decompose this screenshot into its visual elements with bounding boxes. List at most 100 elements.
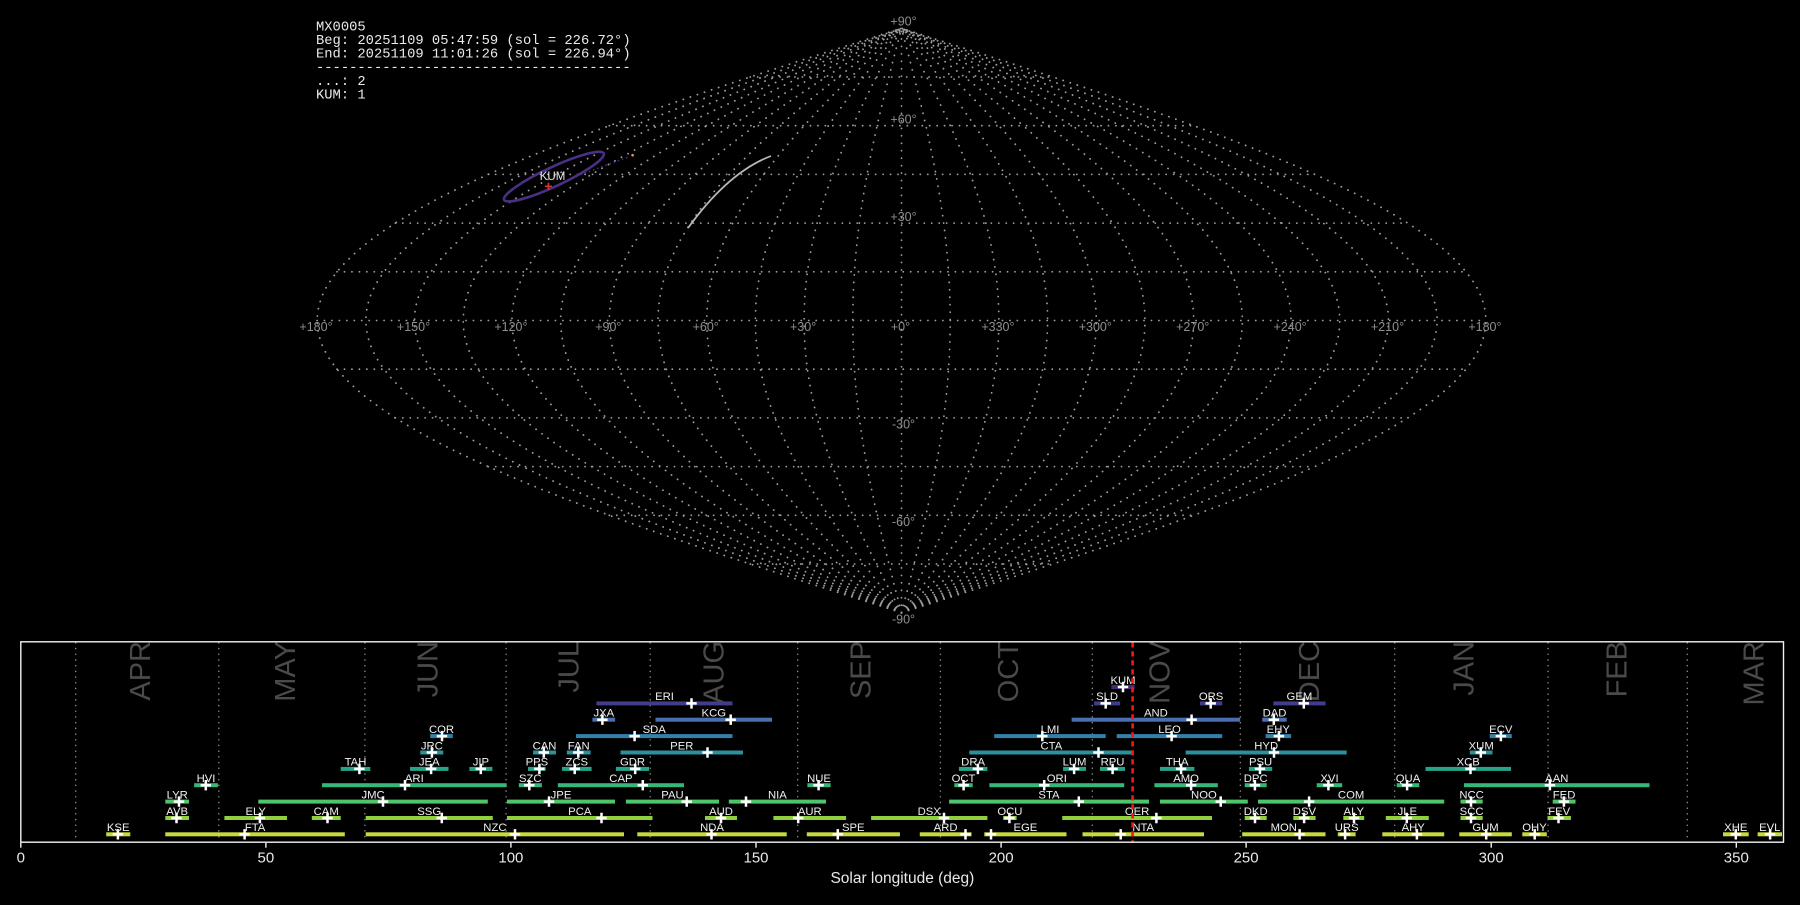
svg-text:URS: URS <box>1335 822 1359 834</box>
svg-text:NOV: NOV <box>1145 640 1177 704</box>
svg-text:EGE: EGE <box>1013 822 1037 834</box>
svg-text:+210°: +210° <box>1371 320 1404 334</box>
svg-text:JEA: JEA <box>419 757 440 769</box>
svg-text:ERI: ERI <box>655 691 674 703</box>
svg-text:KUM: 1: KUM: 1 <box>316 88 366 103</box>
svg-text:CAN: CAN <box>533 740 557 752</box>
svg-text:JIP: JIP <box>473 757 489 769</box>
svg-text:JPE: JPE <box>551 789 572 801</box>
svg-text:AND: AND <box>1144 708 1168 720</box>
svg-text:+300°: +300° <box>1079 320 1112 334</box>
svg-text:+330°: +330° <box>981 320 1014 334</box>
svg-text:STA: STA <box>1038 789 1060 801</box>
svg-text:KUM: KUM <box>540 171 566 183</box>
svg-text:+30°: +30° <box>790 320 816 334</box>
svg-text:-60°: -60° <box>892 515 915 529</box>
svg-text:DAD: DAD <box>1263 708 1287 720</box>
svg-text:200: 200 <box>989 850 1014 867</box>
svg-text:AUR: AUR <box>798 806 822 818</box>
svg-text:JAN: JAN <box>1449 641 1481 696</box>
svg-text:DSX: DSX <box>918 806 942 818</box>
svg-text:DRA: DRA <box>961 757 985 769</box>
svg-text:AUD: AUD <box>709 806 733 818</box>
svg-text:100: 100 <box>498 850 523 867</box>
svg-text:DPC: DPC <box>1244 773 1268 785</box>
svg-text:NUE: NUE <box>807 773 831 785</box>
svg-text:+0°: +0° <box>891 320 910 334</box>
svg-text:AUG: AUG <box>699 641 731 704</box>
svg-text:COM: COM <box>1338 789 1364 801</box>
svg-text:ORI: ORI <box>1047 773 1067 785</box>
svg-text:+180°: +180° <box>1468 320 1501 334</box>
svg-text:FED: FED <box>1553 789 1576 801</box>
svg-text:ZCS: ZCS <box>565 757 588 769</box>
svg-text:ARD: ARD <box>934 822 958 834</box>
svg-text:OCU: OCU <box>997 806 1022 818</box>
svg-text:Solar longitude (deg): Solar longitude (deg) <box>830 870 974 887</box>
svg-text:JMC: JMC <box>361 789 384 801</box>
svg-text:+240°: +240° <box>1274 320 1307 334</box>
svg-text:LYR: LYR <box>167 789 188 801</box>
svg-text:+30°: +30° <box>890 210 916 224</box>
svg-text:-30°: -30° <box>892 417 915 431</box>
svg-text:SZC: SZC <box>519 773 542 785</box>
svg-text:DKD: DKD <box>1244 806 1268 818</box>
svg-text:CAM: CAM <box>314 806 339 818</box>
svg-text:FTA: FTA <box>245 822 266 834</box>
svg-text:FAN: FAN <box>568 740 590 752</box>
svg-text:RPU: RPU <box>1101 757 1125 769</box>
svg-text:AVB: AVB <box>166 806 188 818</box>
svg-text:NIA: NIA <box>768 789 787 801</box>
svg-text:350: 350 <box>1724 850 1749 867</box>
svg-text:JRC: JRC <box>421 740 443 752</box>
svg-text:End: 20251109 11:01:26 (sol =: End: 20251109 11:01:26 (sol = 226.94°) <box>316 47 631 63</box>
svg-text:+60°: +60° <box>693 320 719 334</box>
svg-text:DSV: DSV <box>1293 806 1317 818</box>
svg-text:KCG: KCG <box>702 708 726 720</box>
svg-text:+90°: +90° <box>890 15 916 29</box>
svg-text:SSG: SSG <box>417 806 441 818</box>
svg-text:Beg: 20251109 05:47:59 (sol =: Beg: 20251109 05:47:59 (sol = 226.72°) <box>316 33 631 49</box>
svg-text:JLE: JLE <box>1398 806 1418 818</box>
svg-text:+270°: +270° <box>1176 320 1209 334</box>
svg-text:XUM: XUM <box>1469 740 1494 752</box>
svg-text:XCB: XCB <box>1457 757 1480 769</box>
svg-text:PCA: PCA <box>568 806 592 818</box>
svg-text:PER: PER <box>670 740 693 752</box>
svg-text:QUA: QUA <box>1396 773 1421 785</box>
svg-text:NTA: NTA <box>1132 822 1154 834</box>
svg-text:150: 150 <box>743 850 768 867</box>
svg-text:FEB: FEB <box>1602 641 1634 697</box>
svg-text:JUL: JUL <box>554 641 586 693</box>
svg-text:-90°: -90° <box>892 612 915 626</box>
svg-text:MON: MON <box>1271 822 1297 834</box>
svg-text:HVI: HVI <box>197 773 216 785</box>
svg-text:NDA: NDA <box>700 822 724 834</box>
svg-text:XVI: XVI <box>1320 773 1338 785</box>
svg-text:ELY: ELY <box>245 806 266 818</box>
svg-text:SPE: SPE <box>842 822 865 834</box>
svg-text:SCC: SCC <box>1460 806 1484 818</box>
svg-text:CTA: CTA <box>1041 740 1063 752</box>
svg-text:NZC: NZC <box>483 822 506 834</box>
svg-text:PPS: PPS <box>526 757 549 769</box>
svg-text:KSE: KSE <box>107 822 130 834</box>
svg-text:LUM: LUM <box>1063 757 1087 769</box>
svg-text:HYD: HYD <box>1254 740 1278 752</box>
svg-text:GDR: GDR <box>620 757 645 769</box>
svg-text:LMI: LMI <box>1041 724 1060 736</box>
svg-text:THA: THA <box>1166 757 1189 769</box>
svg-text:AMO: AMO <box>1173 773 1199 785</box>
svg-text:APR: APR <box>125 641 157 701</box>
svg-text:250: 250 <box>1234 850 1259 867</box>
svg-text:GUM: GUM <box>1472 822 1498 834</box>
svg-text:AAN: AAN <box>1545 773 1568 785</box>
svg-text:SEP: SEP <box>846 641 878 699</box>
svg-text:OCT: OCT <box>993 641 1025 703</box>
svg-text:COR: COR <box>429 724 454 736</box>
svg-text:JUN: JUN <box>413 641 445 697</box>
svg-text:+60°: +60° <box>890 113 916 127</box>
svg-text:300: 300 <box>1479 850 1504 867</box>
svg-text:ECV: ECV <box>1489 724 1513 736</box>
svg-text:GEM: GEM <box>1287 691 1313 703</box>
